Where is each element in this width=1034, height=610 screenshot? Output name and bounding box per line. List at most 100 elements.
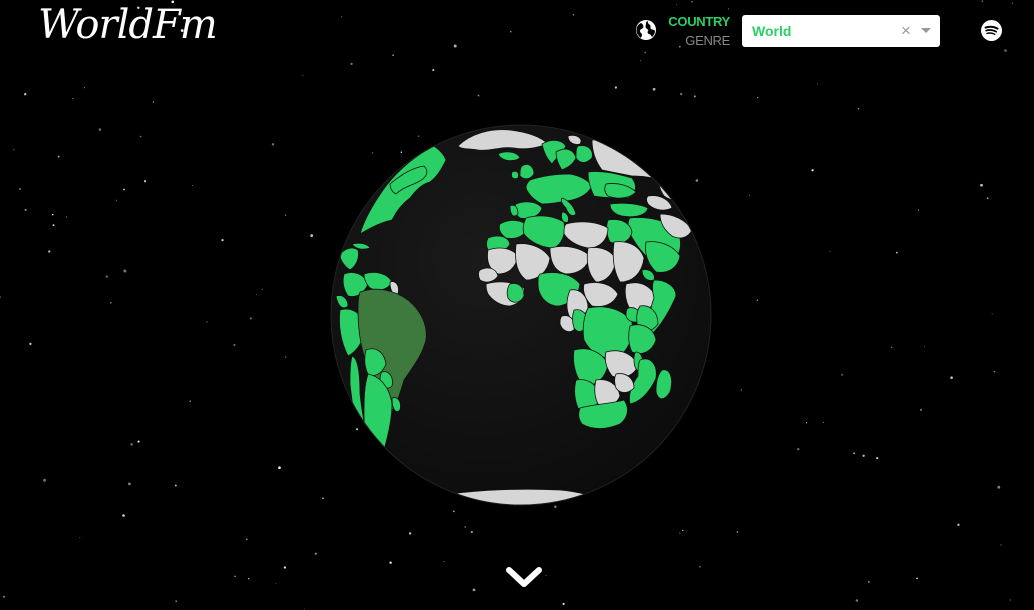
star bbox=[443, 561, 445, 563]
star bbox=[206, 321, 208, 323]
country-select-value: World bbox=[752, 23, 792, 39]
star bbox=[392, 54, 395, 57]
star bbox=[510, 30, 512, 33]
star bbox=[829, 250, 831, 252]
star bbox=[175, 600, 178, 603]
star bbox=[248, 578, 250, 580]
star bbox=[109, 301, 112, 304]
star bbox=[249, 317, 252, 320]
star bbox=[1009, 599, 1011, 601]
star bbox=[472, 588, 476, 592]
star bbox=[29, 342, 32, 346]
star bbox=[981, 0, 984, 2]
star bbox=[255, 294, 257, 296]
star bbox=[868, 581, 870, 583]
star bbox=[679, 532, 681, 534]
star bbox=[756, 299, 758, 301]
country-finland[interactable] bbox=[575, 145, 593, 163]
star bbox=[57, 155, 60, 158]
star bbox=[43, 478, 47, 482]
logo[interactable]: WorldFm bbox=[38, 2, 218, 48]
star bbox=[890, 346, 893, 349]
star bbox=[143, 180, 147, 183]
star bbox=[115, 199, 118, 201]
star bbox=[957, 523, 960, 527]
app-page: WorldFm COUNTRY GENRE World × bbox=[0, 0, 1034, 610]
star bbox=[644, 51, 647, 54]
star bbox=[572, 13, 575, 16]
star bbox=[0, 296, 1, 299]
star bbox=[79, 537, 81, 538]
star bbox=[83, 87, 86, 89]
star bbox=[192, 185, 194, 186]
star bbox=[917, 209, 920, 211]
clear-icon[interactable]: × bbox=[901, 21, 911, 41]
star bbox=[811, 169, 814, 172]
star bbox=[980, 183, 983, 187]
country-ireland[interactable] bbox=[511, 170, 519, 180]
star bbox=[2, 595, 5, 598]
star bbox=[302, 74, 304, 76]
star bbox=[464, 526, 467, 528]
star bbox=[24, 208, 27, 211]
star bbox=[152, 101, 155, 103]
star bbox=[652, 87, 656, 91]
globe-icon[interactable] bbox=[634, 18, 658, 42]
country-select[interactable]: World × bbox=[742, 15, 940, 47]
star bbox=[105, 275, 109, 278]
star bbox=[640, 60, 642, 62]
country-uk[interactable] bbox=[519, 164, 535, 180]
star bbox=[896, 251, 898, 254]
star bbox=[233, 343, 236, 347]
star bbox=[98, 128, 102, 131]
star bbox=[174, 484, 177, 487]
star bbox=[408, 532, 412, 535]
star bbox=[389, 561, 392, 564]
star bbox=[841, 373, 844, 376]
star bbox=[805, 422, 808, 424]
star bbox=[128, 482, 131, 486]
star bbox=[285, 356, 287, 358]
star bbox=[234, 575, 236, 578]
star bbox=[52, 224, 55, 227]
star bbox=[48, 250, 51, 253]
star bbox=[221, 238, 224, 242]
star bbox=[1000, 544, 1002, 546]
star bbox=[432, 69, 435, 72]
star bbox=[271, 143, 275, 146]
star bbox=[876, 457, 879, 460]
star bbox=[189, 400, 191, 402]
star bbox=[341, 16, 343, 18]
star bbox=[699, 566, 701, 568]
star bbox=[853, 452, 856, 455]
star bbox=[278, 466, 281, 470]
star bbox=[18, 187, 21, 191]
star bbox=[453, 44, 457, 48]
star bbox=[797, 448, 800, 451]
star bbox=[470, 531, 473, 534]
star bbox=[997, 485, 1001, 489]
spotify-icon[interactable] bbox=[981, 20, 1002, 41]
star bbox=[24, 93, 27, 96]
star bbox=[757, 97, 759, 99]
star bbox=[51, 213, 54, 216]
mode-country-tab[interactable]: COUNTRY bbox=[668, 14, 730, 29]
mode-genre-tab[interactable]: GENRE bbox=[685, 33, 730, 48]
star bbox=[691, 1, 693, 3]
world-globe[interactable] bbox=[330, 124, 712, 506]
star bbox=[122, 514, 125, 517]
star bbox=[740, 389, 742, 391]
star bbox=[862, 454, 865, 457]
star bbox=[1011, 2, 1013, 4]
star bbox=[123, 269, 127, 273]
star bbox=[822, 421, 824, 423]
star bbox=[261, 288, 263, 290]
star bbox=[245, 538, 248, 541]
star bbox=[477, 94, 480, 97]
star bbox=[986, 197, 989, 200]
caret-down-icon[interactable] bbox=[921, 28, 931, 33]
chevron-down-icon[interactable] bbox=[505, 564, 543, 590]
star bbox=[676, 4, 678, 6]
star bbox=[13, 149, 15, 151]
star bbox=[749, 194, 750, 196]
